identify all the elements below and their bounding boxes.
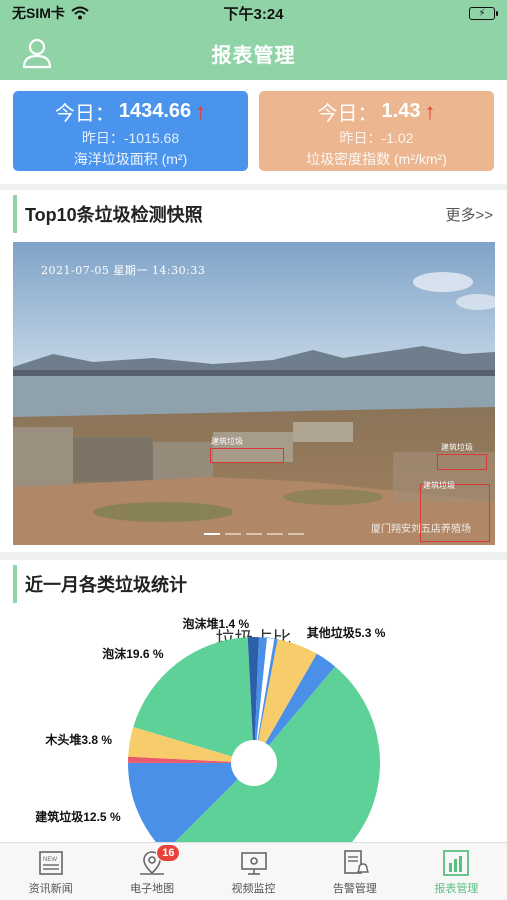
snapshot-timestamp: 2021-07-05 星期一 14:30:33 — [41, 264, 206, 277]
pie-center-hole — [231, 740, 277, 786]
carousel-dot[interactable] — [204, 533, 220, 535]
monitor-icon — [240, 852, 267, 875]
carousel-indicator[interactable] — [13, 533, 495, 535]
stats-panel: 今日： 1434.66 ↑ 昨日：-1015.68 海洋垃圾面积 (m²) 今日… — [0, 80, 507, 184]
tab-label: 视频监控 — [231, 883, 276, 895]
detection-label: 建筑垃圾 — [423, 481, 455, 490]
today-value: 1.43 — [381, 100, 421, 122]
more-link[interactable]: 更多>> — [445, 204, 493, 225]
tab-label: 电子地图 — [130, 883, 175, 895]
pie-label: 泡沫19.6 % — [102, 646, 164, 661]
detection-label: 建筑垃圾 — [211, 437, 243, 446]
report-icon — [443, 850, 470, 876]
nav-bar: 报表管理 — [0, 26, 507, 80]
stat-card-area[interactable]: 今日： 1434.66 ↑ 昨日：-1015.68 海洋垃圾面积 (m²) — [13, 91, 248, 171]
status-bar: 无SIM卡 下午3:24 ⚡ — [0, 0, 507, 26]
pie-label: 泡沫堆1.4 % — [182, 617, 250, 631]
carousel-dot[interactable] — [246, 533, 262, 535]
monthly-stats-section: 近一月各类垃圾统计 垃圾占比 垃圾堆51.4 %建筑垃圾12.5 %木头堆3.8… — [0, 560, 507, 842]
user-icon[interactable] — [20, 36, 54, 70]
svg-text:NEW: NEW — [43, 857, 57, 863]
snapshot-photo[interactable]: 2021-07-05 星期一 14:30:33 建筑垃圾 建筑垃圾 建筑垃圾 厦… — [13, 242, 495, 545]
section-title: Top10条垃圾检测快照 — [25, 205, 203, 225]
section-accent-bar — [13, 195, 17, 233]
stat-today: 今日： 1.43 ↑ — [259, 97, 494, 126]
page-title: 报表管理 — [211, 44, 296, 67]
stat-today: 今日： 1434.66 ↑ — [13, 97, 248, 126]
stat-caption: 海洋垃圾面积 (m²) — [73, 151, 188, 167]
tab-monitor[interactable]: 视频监控 — [203, 843, 304, 900]
tab-news[interactable]: NEW 资讯新闻 — [0, 843, 101, 900]
arrow-up-icon: ↑ — [424, 98, 436, 124]
map-badge: 16 — [156, 844, 181, 862]
carousel-dot[interactable] — [267, 533, 283, 535]
section-header: Top10条垃圾检测快照 更多>> — [0, 190, 507, 238]
today-value: 1434.66 — [118, 100, 192, 122]
news-icon: NEW — [38, 851, 63, 875]
tab-report[interactable]: 报表管理 — [406, 843, 507, 900]
yesterday-value: 昨日：-1015.68 — [81, 130, 180, 146]
tab-label: 报表管理 — [434, 883, 479, 895]
carousel-dot[interactable] — [288, 533, 304, 535]
carousel-dot[interactable] — [225, 533, 241, 535]
today-label: 今日： — [54, 103, 115, 125]
detection-box — [437, 454, 487, 470]
battery-charging-icon: ⚡ — [469, 6, 498, 20]
pie-label: 木头堆3.8 % — [45, 733, 113, 748]
stat-card-density[interactable]: 今日： 1.43 ↑ 昨日：-1.02 垃圾密度指数 (m²/km²) — [259, 91, 494, 171]
stat-caption: 垃圾密度指数 (m²/km²) — [306, 151, 447, 167]
yesterday-value: 昨日：-1.02 — [339, 130, 414, 146]
pie-label: 建筑垃圾12.5 % — [35, 810, 121, 825]
pie-chart[interactable] — [0, 560, 507, 842]
tab-map[interactable]: 16 电子地图 — [101, 843, 202, 900]
pie-label: 其他垃圾5.3 % — [306, 625, 386, 640]
wifi-icon — [71, 6, 89, 20]
today-label: 今日： — [317, 103, 378, 125]
tab-alarm[interactable]: 告警管理 — [304, 843, 405, 900]
carrier-label: 无SIM卡 — [12, 5, 65, 21]
tab-label: 资讯新闻 — [28, 883, 73, 895]
tab-label: 告警管理 — [332, 883, 377, 895]
arrow-up-icon: ↑ — [195, 98, 207, 124]
snapshot-section: Top10条垃圾检测快照 更多>> 2021-07-05 星期一 14:30:3… — [0, 190, 507, 552]
carrier-group: 无SIM卡 — [12, 3, 89, 23]
detection-label: 建筑垃圾 — [441, 443, 473, 452]
detection-box — [210, 448, 284, 463]
tab-bar: NEW 资讯新闻 16 电子地图 视频监控 告警管理 报表管理 — [0, 842, 507, 900]
alarm-icon — [344, 850, 369, 874]
